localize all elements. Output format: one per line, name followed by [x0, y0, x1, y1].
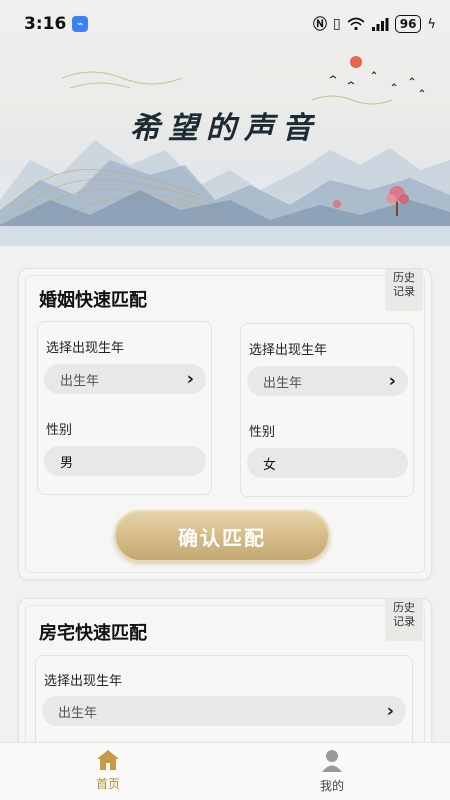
nav-home-label: 首页: [95, 777, 120, 791]
birth-year-placeholder: 出生年: [263, 375, 303, 391]
birth-year-select[interactable]: 出生年 ›: [42, 696, 406, 726]
charging-icon: ϟ: [427, 16, 436, 32]
gender-label: 性别: [46, 423, 73, 438]
vibrate-icon: ▯: [333, 16, 341, 32]
nav-mine-label: 我的: [319, 779, 344, 793]
right-person-panel: 选择出现生年 出生年 › 性别 女: [240, 323, 414, 497]
house-card-title: 房宅快速匹配: [39, 623, 147, 644]
birth-year-select[interactable]: 出生年 ›: [44, 364, 206, 394]
bottom-navigation: 首页 我的: [0, 742, 450, 800]
house-history-button[interactable]: 历史 记录: [385, 599, 423, 641]
history-label-line2: 记录: [393, 285, 415, 298]
status-time: 3:16: [24, 14, 67, 34]
left-person-panel: 选择出现生年 出生年 › 性别 男: [37, 321, 212, 495]
birth-year-select[interactable]: 出生年 ›: [247, 366, 408, 396]
gender-value: 女: [263, 457, 277, 473]
gender-value: 男: [60, 455, 74, 471]
home-icon: [97, 750, 119, 770]
signal-icon: [371, 18, 389, 31]
nfc-icon: Ⓝ: [313, 17, 327, 33]
battery-indicator: 96: [394, 15, 422, 33]
status-bar: 3:16 ⌁ Ⓝ ▯ 96 ϟ: [0, 0, 450, 48]
marriage-history-button[interactable]: 历史 记录: [385, 269, 423, 311]
wifi-icon: [347, 17, 365, 31]
gender-label: 性别: [249, 425, 276, 440]
marriage-card-title: 婚姻快速匹配: [39, 290, 147, 311]
chevron-right-icon: ›: [186, 368, 194, 390]
history-label-line1: 历史: [393, 601, 415, 614]
usb-icon: ⌁: [72, 16, 89, 32]
chevron-right-icon: ›: [386, 700, 394, 722]
nav-home[interactable]: 首页: [68, 749, 148, 792]
user-icon: [322, 750, 342, 772]
history-label-line1: 历史: [393, 271, 415, 284]
confirm-match-button[interactable]: 确认匹配: [114, 510, 330, 562]
gender-field[interactable]: 男: [44, 446, 206, 476]
nav-mine[interactable]: 我的: [292, 749, 372, 794]
gender-field[interactable]: 女: [247, 448, 408, 478]
birth-year-placeholder: 出生年: [60, 373, 100, 389]
birth-year-label: 选择出现生年: [44, 674, 123, 689]
birth-year-placeholder: 出生年: [58, 705, 98, 721]
history-label-line2: 记录: [393, 615, 415, 628]
house-panel: 选择出现生年 出生年 ›: [35, 655, 413, 755]
birth-year-label: 选择出现生年: [249, 343, 328, 358]
banner-title: 希望的声音: [130, 111, 320, 146]
birth-year-label: 选择出现生年: [46, 341, 125, 356]
house-match-card: 房宅快速匹配 历史 记录 选择出现生年 出生年 ›: [18, 598, 432, 758]
chevron-right-icon: ›: [388, 370, 396, 392]
